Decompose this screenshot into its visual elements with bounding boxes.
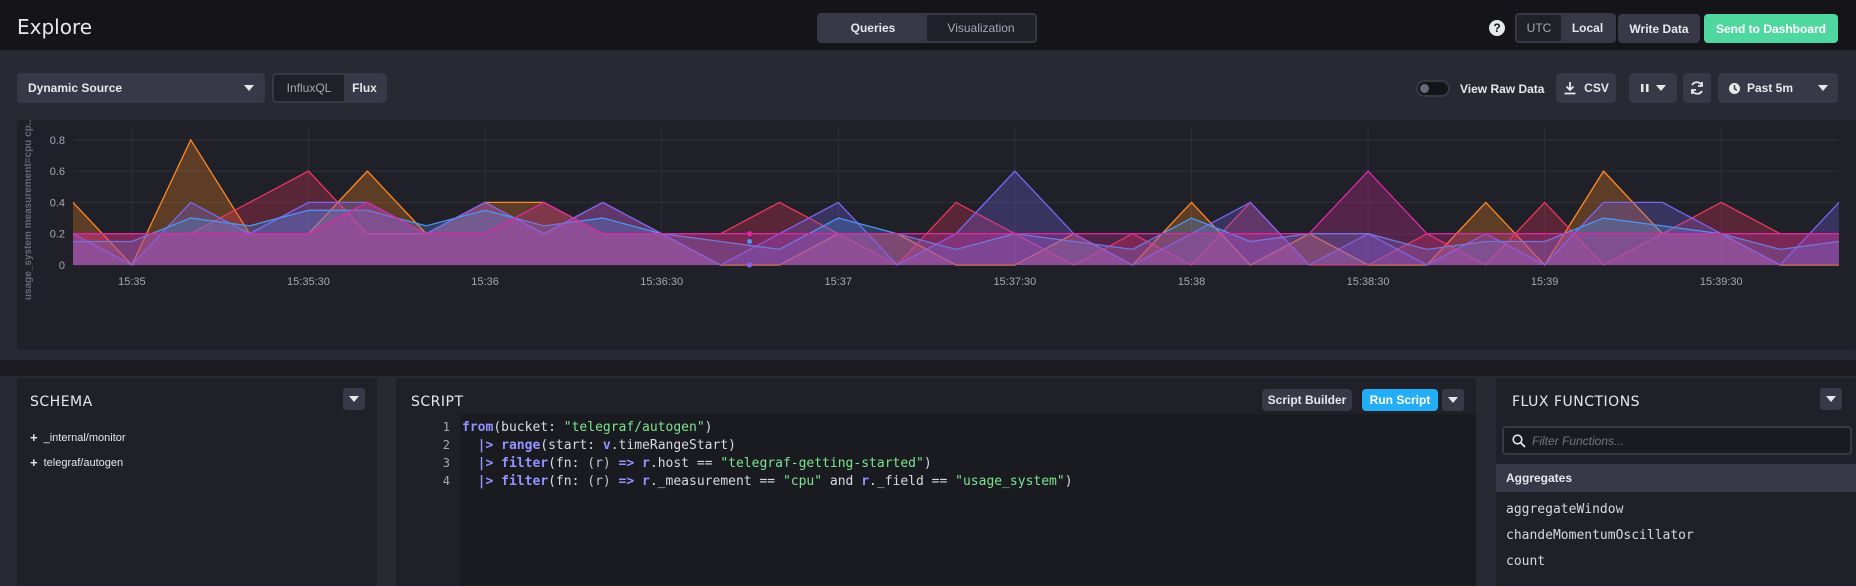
chevron-down-icon	[349, 396, 359, 402]
top-bar: Explore Queries Visualization ? UTC Loca…	[0, 0, 1856, 50]
code-line: |> filter(fn: (r) => r.host == "telegraf…	[477, 456, 932, 471]
clock-icon	[1729, 82, 1740, 94]
x-tick-label: 15:37:30	[993, 276, 1036, 288]
csv-button[interactable]: CSV	[1556, 73, 1616, 103]
graph-panel: 0.8 0.6 0.4 0.2 0 15:35 15:35:30 15:36 15:36:30 1…	[17, 120, 1856, 350]
expand-icon: +	[30, 455, 38, 470]
pause-icon	[1641, 84, 1649, 92]
schema-db-label: telegraf/autogen	[43, 456, 124, 469]
schema-db-label: _internal/monitor	[43, 431, 126, 444]
area-chart[interactable]: 0.8 0.6 0.4 0.2 0 15:35 15:35:30 15:36 15:36:30 1…	[17, 120, 1856, 350]
pause-dropdown[interactable]	[1629, 73, 1677, 103]
chevron-down-icon	[1826, 396, 1836, 402]
schema-menu-button[interactable]	[343, 388, 365, 410]
line-number: 3	[442, 456, 450, 470]
x-tick-label: 15:36	[471, 276, 499, 288]
timezone-utc[interactable]: UTC	[1517, 15, 1561, 41]
tab-visualization[interactable]: Visualization	[927, 15, 1035, 41]
chevron-down-icon	[244, 85, 254, 91]
script-panel: SCRIPT Script Builder Run Script 1 2 3 4…	[396, 378, 1476, 586]
csv-label: CSV	[1584, 81, 1609, 95]
x-tick-label: 15:36:30	[640, 276, 683, 288]
data-point	[747, 262, 753, 268]
data-point	[747, 239, 753, 245]
refresh-icon	[1691, 81, 1703, 95]
page-title: Explore	[17, 15, 93, 39]
x-tick-label: 15:39:30	[1700, 276, 1743, 288]
view-raw-toggle[interactable]	[1416, 80, 1450, 97]
time-range-dropdown[interactable]: Past 5m	[1718, 73, 1838, 103]
send-to-dashboard-button[interactable]: Send to Dashboard	[1704, 14, 1838, 43]
line-number: 1	[442, 420, 450, 434]
download-icon	[1564, 82, 1576, 95]
source-dropdown[interactable]: Dynamic Source	[17, 73, 265, 103]
tab-queries[interactable]: Queries	[819, 15, 927, 41]
chevron-down-icon	[1448, 397, 1458, 403]
chevron-down-icon	[1818, 85, 1828, 91]
y-tick-label: 0.6	[50, 166, 65, 178]
y-axis-label: usage_system measurement=cpu cp...	[23, 120, 34, 300]
view-raw-label: View Raw Data	[1460, 82, 1545, 96]
timezone-toggle: UTC Local	[1515, 13, 1616, 43]
x-tick-label: 15:38:30	[1347, 276, 1390, 288]
code-line: |> filter(fn: (r) => r._measurement == "…	[477, 474, 1073, 489]
x-tick-label: 15:35:30	[287, 276, 330, 288]
schema-db-item[interactable]: + telegraf/autogen	[30, 455, 123, 470]
filter-functions-input[interactable]	[1532, 432, 1842, 450]
y-tick-label: 0	[59, 260, 65, 272]
script-builder-button[interactable]: Script Builder	[1262, 389, 1352, 411]
y-tick-label: 0.8	[50, 135, 65, 147]
line-number: 4	[442, 474, 450, 488]
function-item[interactable]: aggregateWindow	[1506, 502, 1623, 517]
write-data-button[interactable]: Write Data	[1618, 14, 1700, 43]
x-tick-label: 15:35	[118, 276, 146, 288]
code-line: |> range(start: v.timeRangeStart)	[477, 438, 736, 453]
x-tick-label: 15:38	[1178, 276, 1206, 288]
refresh-button[interactable]	[1683, 73, 1711, 103]
script-menu-button[interactable]	[1442, 389, 1464, 411]
x-tick-label: 15:37	[825, 276, 853, 288]
line-number: 2	[442, 438, 450, 452]
functions-title: FLUX FUNCTIONS	[1512, 394, 1641, 410]
timezone-local[interactable]: Local	[1561, 15, 1614, 41]
toggle-knob	[1420, 84, 1429, 93]
functions-menu-button[interactable]	[1820, 388, 1842, 410]
lang-flux[interactable]: Flux	[344, 75, 385, 101]
expand-icon: +	[30, 430, 38, 445]
flux-functions-panel: FLUX FUNCTIONS Aggregates aggregateWindo…	[1496, 378, 1856, 586]
y-tick-label: 0.4	[50, 197, 65, 209]
function-item[interactable]: count	[1506, 554, 1545, 569]
time-range-label: Past 5m	[1747, 81, 1794, 95]
search-icon	[1512, 434, 1526, 448]
code-line: from(bucket: "telegraf/autogen")	[462, 420, 713, 435]
line-gutter: 1 2 3 4	[396, 414, 460, 586]
lang-influxql[interactable]: InfluxQL	[274, 75, 344, 101]
schema-db-item[interactable]: + _internal/monitor	[30, 430, 126, 445]
source-label: Dynamic Source	[28, 81, 123, 95]
filter-functions-field[interactable]	[1502, 426, 1852, 455]
function-item[interactable]: chandeMomentumOscillator	[1506, 528, 1694, 543]
schema-title: SCHEMA	[30, 394, 93, 410]
data-point	[747, 231, 753, 237]
code-editor[interactable]: 1 2 3 4 from(bucket: "telegraf/autogen")…	[396, 414, 1476, 586]
function-category: Aggregates	[1496, 464, 1856, 492]
x-tick-label: 15:39	[1531, 276, 1559, 288]
view-tabs: Queries Visualization	[817, 13, 1037, 43]
resize-splitter[interactable]	[0, 360, 1856, 376]
help-icon[interactable]: ?	[1489, 20, 1505, 36]
query-language-toggle: InfluxQL Flux	[272, 73, 387, 103]
schema-panel: SCHEMA + _internal/monitor + telegraf/au…	[17, 378, 377, 586]
chevron-down-icon	[1656, 85, 1666, 91]
script-title: SCRIPT	[411, 394, 464, 410]
run-script-button[interactable]: Run Script	[1362, 389, 1438, 411]
y-tick-label: 0.2	[50, 229, 65, 241]
